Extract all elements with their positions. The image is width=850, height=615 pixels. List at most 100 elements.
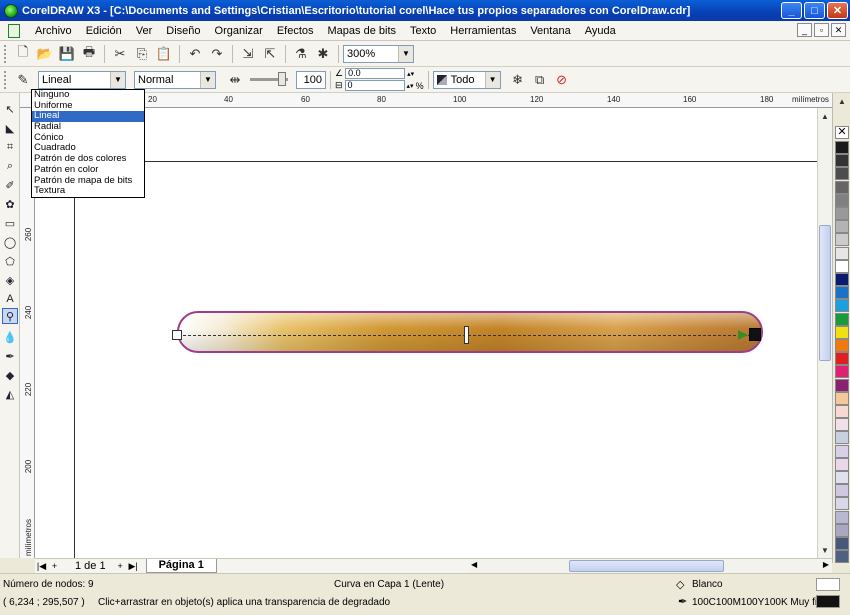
transparency-target-select[interactable]: Todo ▼ <box>432 70 501 89</box>
edge-spin-icon[interactable]: ▴▾ <box>407 82 414 90</box>
print-icon[interactable]: 🖶 <box>79 44 99 64</box>
separator-banner-object[interactable] <box>177 311 763 353</box>
scroll-left-icon[interactable]: ◀ <box>471 560 477 569</box>
clear-transparency-icon[interactable]: ⊘ <box>552 70 572 90</box>
export-icon[interactable]: ⇱ <box>260 44 280 64</box>
copy-transparency-icon[interactable]: ⧉ <box>530 70 550 90</box>
minimize-button[interactable]: _ <box>781 2 802 19</box>
angle-spin-icon[interactable]: ▴▾ <box>407 70 414 78</box>
fill-tool-icon[interactable]: ◆ <box>2 367 18 383</box>
interactive-transparency-tool-icon[interactable]: ⚲ <box>2 308 18 324</box>
palette-swatch[interactable] <box>835 339 849 352</box>
undo-icon[interactable]: ↶ <box>185 44 205 64</box>
palette-swatch[interactable] <box>835 193 849 207</box>
menu-texto[interactable]: Texto <box>403 25 443 37</box>
paste-icon[interactable]: 📋 <box>154 44 174 64</box>
chevron-down-icon[interactable]: ▼ <box>484 71 500 88</box>
menu-organizar[interactable]: Organizar <box>208 25 270 37</box>
polygon-tool-icon[interactable]: ⬠ <box>2 253 18 269</box>
menu-archivo[interactable]: Archivo <box>28 25 79 37</box>
menu-mapas-de-bits[interactable]: Mapas de bits <box>321 25 403 37</box>
palette-swatch[interactable] <box>835 550 849 564</box>
option-patron-en-color[interactable]: Patrón en color <box>32 164 144 176</box>
palette-swatch[interactable] <box>835 405 849 418</box>
import-icon[interactable]: ⇲ <box>238 44 258 64</box>
close-button[interactable]: ✕ <box>827 2 848 19</box>
corel-online-icon[interactable]: ✱ <box>313 44 333 64</box>
add-page-before-icon[interactable]: + <box>48 561 61 571</box>
scroll-thumb[interactable] <box>569 560 724 572</box>
palette-swatch[interactable] <box>835 220 849 234</box>
palette-swatch[interactable] <box>835 246 849 260</box>
palette-swatch[interactable] <box>835 471 849 484</box>
palette-swatch[interactable] <box>835 233 849 247</box>
text-tool-icon[interactable]: A <box>2 291 18 307</box>
palette-swatch[interactable] <box>835 154 849 168</box>
opacity-input[interactable] <box>296 70 326 89</box>
palette-swatch[interactable] <box>835 365 849 379</box>
scroll-thumb[interactable] <box>819 225 831 361</box>
transparency-end-handle[interactable] <box>749 328 761 341</box>
scroll-down-icon[interactable]: ▼ <box>819 544 831 556</box>
doc-restore-button[interactable]: ▫ <box>814 23 829 37</box>
zoom-tool-icon[interactable]: ⌕ <box>2 158 18 174</box>
scroll-right-icon[interactable]: ▶ <box>823 560 829 569</box>
opacity-slider[interactable] <box>250 72 288 86</box>
palette-swatch[interactable] <box>835 167 849 181</box>
palette-swatch[interactable] <box>835 273 849 286</box>
save-icon[interactable]: 💾 <box>57 44 77 64</box>
palette-swatch[interactable] <box>835 418 849 432</box>
angle-input[interactable]: 0.0 <box>345 68 406 79</box>
merge-mode-select[interactable]: Normal ▼ <box>134 70 216 89</box>
menu-ayuda[interactable]: Ayuda <box>578 25 623 37</box>
palette-swatch[interactable] <box>835 523 849 537</box>
toolbar-grip[interactable] <box>4 44 8 63</box>
menu-diseno[interactable]: Diseño <box>159 25 207 37</box>
smart-fill-tool-icon[interactable]: ✿ <box>2 196 18 212</box>
vertical-scrollbar[interactable]: ▲ ▼ <box>817 108 832 558</box>
scroll-up-icon[interactable]: ▲ <box>819 110 831 122</box>
horizontal-scrollbar[interactable]: ◀ ▶ <box>469 560 831 573</box>
palette-scroll-up-icon[interactable]: ▲ <box>836 95 848 107</box>
freeze-icon[interactable]: ❄ <box>508 70 528 90</box>
transparency-midpoint-handle[interactable] <box>464 326 469 344</box>
maximize-button[interactable]: □ <box>804 2 825 19</box>
new-document-icon[interactable]: 🗋 <box>13 44 33 64</box>
palette-swatch[interactable] <box>835 286 849 300</box>
document-icon[interactable] <box>8 23 20 38</box>
menu-ventana[interactable]: Ventana <box>523 25 577 37</box>
palette-swatch[interactable] <box>835 444 849 458</box>
transparency-type-list[interactable]: Ninguno Uniforme Lineal Radial Cónico Cu… <box>31 89 145 198</box>
doc-close-button[interactable]: ✕ <box>831 23 846 37</box>
ellipse-tool-icon[interactable]: ◯ <box>2 234 18 250</box>
chevron-down-icon[interactable]: ▼ <box>110 71 125 88</box>
menu-edicion[interactable]: Edición <box>79 25 129 37</box>
pick-tool-icon[interactable]: ↖ <box>2 101 18 117</box>
chevron-down-icon[interactable]: ▼ <box>398 45 413 62</box>
menu-ver[interactable]: Ver <box>129 25 160 37</box>
palette-swatch[interactable] <box>835 378 849 392</box>
palette-swatch[interactable] <box>835 510 849 524</box>
palette-swatch[interactable] <box>835 391 849 405</box>
menu-herramientas[interactable]: Herramientas <box>443 25 523 37</box>
no-color-swatch-icon[interactable]: ✕ <box>835 126 849 139</box>
freehand-tool-icon[interactable]: ✐ <box>2 177 18 193</box>
edge-pad-input[interactable]: 0 <box>344 80 405 91</box>
chevron-down-icon[interactable]: ▼ <box>200 71 215 88</box>
cut-icon[interactable]: ✂ <box>110 44 130 64</box>
outline-color-swatch[interactable] <box>816 595 840 608</box>
palette-swatch[interactable] <box>835 352 849 366</box>
outline-tool-icon[interactable]: ✒ <box>2 348 18 364</box>
palette-swatch[interactable] <box>835 180 849 194</box>
eyedropper-tool-icon[interactable]: 💧 <box>2 329 18 345</box>
rectangle-tool-icon[interactable]: ▭ <box>2 215 18 231</box>
edit-transparency-icon[interactable]: ✎ <box>13 70 33 90</box>
palette-swatch[interactable] <box>835 537 849 550</box>
first-page-icon[interactable]: |◀ <box>35 561 48 572</box>
basic-shapes-tool-icon[interactable]: ◈ <box>2 272 18 288</box>
fill-color-swatch[interactable] <box>816 578 840 591</box>
interactive-fill-tool-icon[interactable]: ◭ <box>2 386 18 402</box>
zoom-level-select[interactable]: 300% ▼ <box>343 44 414 63</box>
doc-minimize-button[interactable]: _ <box>797 23 812 37</box>
copy-icon[interactable]: ⎘ <box>132 44 152 64</box>
